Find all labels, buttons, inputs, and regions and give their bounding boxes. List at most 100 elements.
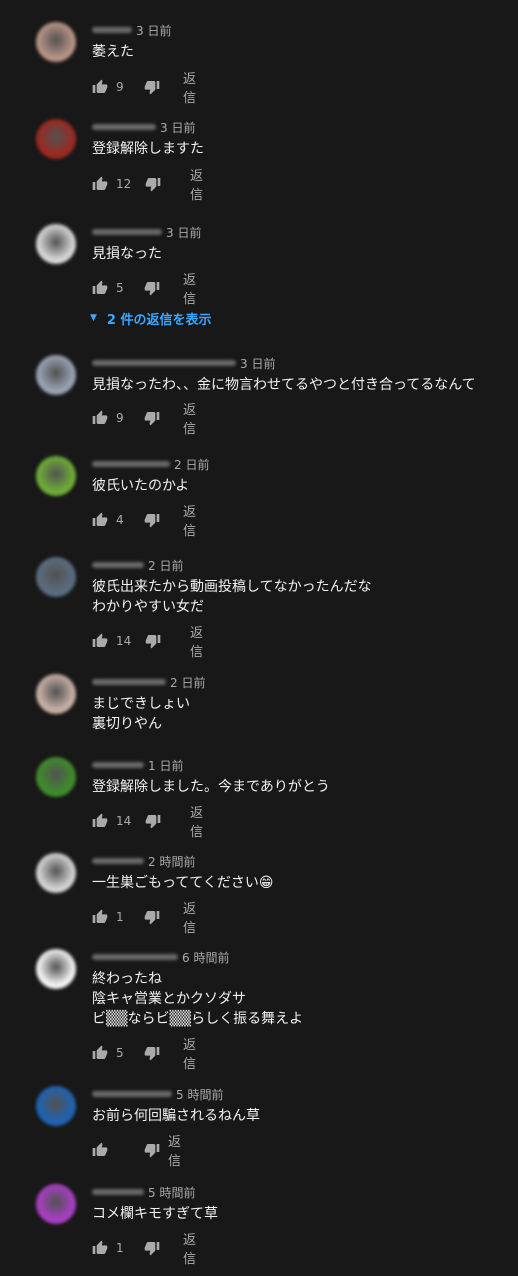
thumbs-down-icon[interactable]	[144, 512, 160, 528]
comment-body: 登録解除しますた	[92, 141, 204, 157]
avatar[interactable]	[36, 355, 76, 395]
comment-meta: 2 日前	[92, 456, 209, 472]
avatar[interactable]	[36, 757, 76, 797]
thumbs-down-icon[interactable]	[145, 633, 161, 649]
reply-button[interactable]: 返信	[190, 622, 203, 660]
comment-meta: 2 日前	[92, 557, 183, 573]
thumbs-up-icon[interactable]	[92, 410, 108, 426]
thumbs-down-icon[interactable]	[144, 1240, 160, 1256]
comment-text: 見損なった	[92, 244, 162, 264]
comment-meta: 5 時間前	[92, 1184, 195, 1200]
comment-timestamp[interactable]: 1 日前	[148, 757, 183, 774]
comment-meta: 5 時間前	[92, 1086, 223, 1102]
comment-meta: 6 時間前	[92, 949, 229, 965]
thumbs-down-icon[interactable]	[144, 1142, 160, 1158]
reply-button[interactable]: 返信	[183, 399, 196, 437]
like-count: 14	[116, 634, 132, 648]
comment-text: 登録解除しますた	[92, 139, 204, 159]
comment-timestamp[interactable]: 3 日前	[160, 119, 195, 136]
comment-timestamp[interactable]: 3 日前	[240, 355, 275, 372]
avatar[interactable]	[36, 949, 76, 989]
thumbs-up-icon[interactable]	[92, 909, 108, 925]
author-name-blurred[interactable]	[92, 124, 156, 130]
author-name-blurred[interactable]	[92, 27, 132, 33]
avatar[interactable]	[36, 224, 76, 264]
comment-timestamp[interactable]: 5 時間前	[176, 1086, 223, 1103]
comment-body: お前ら何回騙されるねん草	[92, 1108, 260, 1124]
comment-text: 終わったね 陰キャ営業とかクソダサ ビ▒▒ならビ▒▒らしく振る舞えよ	[92, 969, 303, 1029]
reply-button[interactable]: 返信	[183, 269, 196, 307]
author-name-blurred[interactable]	[92, 360, 236, 366]
comment-timestamp[interactable]: 3 日前	[136, 22, 171, 39]
avatar[interactable]	[36, 674, 76, 714]
comment-meta: 3 日前	[92, 355, 275, 371]
thumbs-up-icon[interactable]	[92, 79, 108, 95]
thumbs-down-icon[interactable]	[144, 280, 160, 296]
comment-timestamp[interactable]: 6 時間前	[182, 949, 229, 966]
reply-button[interactable]: 返信	[183, 1034, 196, 1072]
avatar[interactable]	[36, 1184, 76, 1224]
comment-timestamp[interactable]: 2 時間前	[148, 853, 195, 870]
reply-button[interactable]: 返信	[168, 1131, 181, 1169]
comment-timestamp[interactable]: 2 日前	[170, 674, 205, 691]
thumbs-down-icon[interactable]	[144, 79, 160, 95]
reply-button[interactable]: 返信	[190, 802, 203, 840]
thumbs-up-icon[interactable]	[92, 512, 108, 528]
comment-timestamp[interactable]: 2 日前	[148, 557, 183, 574]
thumbs-up-icon[interactable]	[92, 633, 108, 649]
view-replies-button[interactable]: ▼ 2 件の返信を表示	[90, 308, 212, 328]
author-name-blurred[interactable]	[92, 858, 144, 864]
avatar[interactable]	[36, 119, 76, 159]
avatar[interactable]	[36, 22, 76, 62]
reply-button[interactable]: 返信	[183, 501, 196, 539]
comment-actions: 9 返信	[92, 72, 196, 106]
thumbs-down-icon[interactable]	[144, 909, 160, 925]
comment-text: コメ欄キモすぎて草	[92, 1204, 218, 1224]
thumbs-up-icon[interactable]	[92, 813, 108, 829]
reply-button[interactable]: 返信	[183, 68, 196, 106]
comment-body: 萎えた	[92, 44, 134, 60]
thumbs-down-icon[interactable]	[144, 1045, 160, 1061]
comment-timestamp[interactable]: 3 日前	[166, 224, 201, 241]
comment-actions: 14 返信	[92, 626, 203, 660]
author-name-blurred[interactable]	[92, 1091, 172, 1097]
thumbs-up-icon[interactable]	[92, 1240, 108, 1256]
thumbs-up-icon[interactable]	[92, 280, 108, 296]
comment-actions: 1 返信	[92, 1233, 196, 1267]
comment-actions: 5 返信	[92, 273, 196, 307]
avatar[interactable]	[36, 456, 76, 496]
comment-actions: 返信	[92, 1135, 181, 1169]
reply-button[interactable]: 返信	[183, 1229, 196, 1267]
comment-timestamp[interactable]: 2 日前	[174, 456, 209, 473]
thumbs-up-icon[interactable]	[92, 176, 108, 192]
thumbs-down-icon[interactable]	[145, 176, 161, 192]
author-name-blurred[interactable]	[92, 1189, 144, 1195]
grin-emoji: 😁	[258, 875, 274, 891]
author-name-blurred[interactable]	[92, 461, 170, 467]
like-count: 1	[116, 1241, 124, 1255]
avatar[interactable]	[36, 1086, 76, 1126]
author-name-blurred[interactable]	[92, 229, 162, 235]
author-name-blurred[interactable]	[92, 562, 144, 568]
author-name-blurred[interactable]	[92, 954, 178, 960]
like-count: 4	[116, 513, 124, 527]
comment-meta: 2 日前	[92, 674, 205, 690]
comment-body: 登録解除しました。今までありがとう	[92, 779, 330, 795]
author-name-blurred[interactable]	[92, 762, 144, 768]
comment-body: 見損なったわ、、金に物言わせてるやつと付き合ってるなんて	[92, 377, 476, 393]
reply-button[interactable]: 返信	[183, 898, 196, 936]
comment-body: 一生巣ごもっててください	[92, 875, 259, 891]
avatar[interactable]	[36, 557, 76, 597]
author-name-blurred[interactable]	[92, 679, 166, 685]
comment-body: 終わったね 陰キャ営業とかクソダサ ビ▒▒ならビ▒▒らしく振る舞えよ	[92, 971, 304, 1027]
thumbs-up-icon[interactable]	[92, 1045, 108, 1061]
thumbs-down-icon[interactable]	[145, 813, 161, 829]
avatar[interactable]	[36, 853, 76, 893]
thumbs-up-icon[interactable]	[92, 1142, 108, 1158]
comment-meta: 3 日前	[92, 119, 195, 135]
thumbs-down-icon[interactable]	[144, 410, 160, 426]
reply-button[interactable]: 返信	[190, 165, 203, 203]
comment-timestamp[interactable]: 5 時間前	[148, 1184, 195, 1201]
comment-text: 萎えた	[92, 42, 134, 62]
comment-text: まじできしょい 裏切りやん	[92, 694, 190, 734]
